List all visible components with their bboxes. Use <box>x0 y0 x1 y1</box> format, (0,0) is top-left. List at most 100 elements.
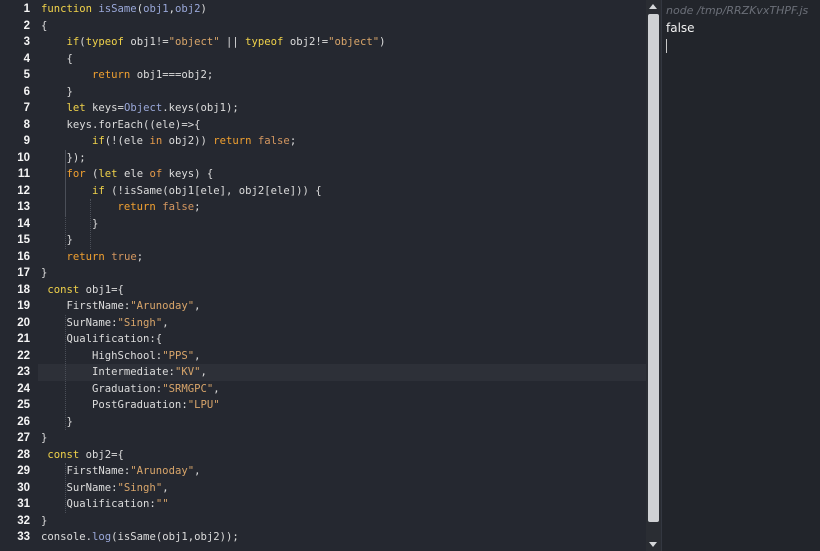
code-token: , <box>194 349 201 362</box>
code-line[interactable]: Graduation:"SRMGPC", <box>41 381 220 398</box>
line-number: 28 <box>17 448 30 461</box>
line-number: 12 <box>17 184 30 197</box>
indent-guide <box>64 149 67 216</box>
code-line[interactable]: } <box>41 414 73 431</box>
code-line[interactable]: if(!(ele in obj2)) return false; <box>41 133 296 150</box>
code-token: SurName: <box>41 481 118 494</box>
code-token: FirstName: <box>41 465 131 477</box>
code-line[interactable]: console.log(isSame(obj1,obj2)); <box>41 529 239 546</box>
code-token: } <box>41 514 48 527</box>
line-number: 32 <box>17 514 30 527</box>
line-number: 5 <box>23 69 30 81</box>
code-token: obj2)) <box>162 135 214 147</box>
code-line[interactable]: const obj1={ <box>41 282 124 299</box>
code-token: if <box>66 36 80 48</box>
code-line[interactable]: return true; <box>41 249 144 266</box>
code-token: , <box>162 316 169 329</box>
code-line[interactable]: } <box>41 265 47 282</box>
line-number: 1 <box>23 3 30 15</box>
code-line[interactable]: for (let ele of keys) { <box>41 166 214 183</box>
code-line[interactable]: return obj1===obj2; <box>41 67 213 84</box>
code-line[interactable]: keys.forEach((ele)=>{ <box>41 117 201 134</box>
code-token: true <box>111 250 137 263</box>
code-token: FirstName: <box>41 300 131 312</box>
code-line[interactable]: let keys=Object.keys(obj1); <box>41 100 239 117</box>
line-number: 4 <box>23 52 30 65</box>
code-line[interactable]: const obj2={ <box>41 447 124 464</box>
code-line[interactable]: SurName:"Singh", <box>41 480 169 497</box>
code-editor[interactable]: 1 2 3 4 5 6 7 8 9 10 11 12 13 14 15 16 17 18 19 20 21 22 23 24 2… <box>0 0 646 551</box>
code-line[interactable]: SurName:"Singh", <box>41 315 169 332</box>
line-number: 11 <box>17 168 30 180</box>
code-line[interactable]: } <box>41 513 47 530</box>
code-token: keys= <box>85 102 124 114</box>
line-number: 14 <box>17 217 30 230</box>
code-line[interactable]: if(typeof obj1!="object" || typeof obj2!… <box>41 34 386 51</box>
code-token: , <box>194 465 201 477</box>
line-number: 21 <box>17 333 30 345</box>
code-token: "Singh" <box>117 316 163 329</box>
line-number: 18 <box>17 283 30 296</box>
code-token: typeof <box>85 36 124 48</box>
code-token: return <box>66 250 105 263</box>
code-line[interactable]: { <box>41 18 47 35</box>
line-number: 15 <box>17 234 30 246</box>
indent-guide <box>90 199 92 249</box>
code-line[interactable]: } <box>41 84 73 101</box>
code-token: obj1 <box>143 3 169 15</box>
code-token: ; <box>289 135 297 147</box>
code-token: "" <box>155 498 169 510</box>
scroll-down-arrow-icon[interactable] <box>649 542 657 547</box>
code-token: ele <box>117 168 150 180</box>
code-token: "PPS" <box>162 349 195 362</box>
code-line[interactable]: }); <box>41 150 86 167</box>
code-token: "object" <box>168 36 220 48</box>
scrollbar-thumb[interactable] <box>648 14 659 522</box>
code-area[interactable]: function isSame(obj1,obj2){ if(typeof ob… <box>38 0 646 551</box>
code-token: , <box>213 382 220 395</box>
code-token: } <box>41 234 73 246</box>
code-token: false <box>257 135 290 147</box>
code-token: return <box>117 201 156 213</box>
code-token: const <box>47 283 80 296</box>
code-token: obj1={ <box>79 283 124 296</box>
code-token: (isSame(obj1,obj2)); <box>111 531 239 543</box>
code-token: Graduation: <box>41 382 163 395</box>
output-console[interactable]: node /tmp/RRZKvxTHPF.js false <box>661 0 820 551</box>
code-line[interactable]: Qualification:{ <box>41 331 163 348</box>
editor-vertical-scrollbar[interactable] <box>646 0 661 551</box>
code-line[interactable]: { <box>41 51 73 68</box>
code-line[interactable]: } <box>41 232 73 249</box>
code-token: for <box>66 168 86 180</box>
line-number: 17 <box>17 267 30 279</box>
code-line[interactable]: Qualification:"" <box>41 496 169 513</box>
code-token: Intermediate: <box>41 366 175 378</box>
code-token: obj2!= <box>283 36 329 48</box>
code-token: "SRMGPC" <box>162 382 214 395</box>
code-token: } <box>41 85 73 98</box>
code-line[interactable]: PostGraduation:"LPU" <box>41 397 220 414</box>
line-number: 10 <box>17 151 30 164</box>
code-line[interactable]: } <box>41 430 47 447</box>
line-number: 25 <box>17 399 30 411</box>
output-command-header: node /tmp/RRZKvxTHPF.js <box>666 4 809 17</box>
code-token: return <box>213 135 252 147</box>
scroll-up-arrow-icon[interactable] <box>649 4 657 9</box>
code-token: "KV" <box>174 366 201 378</box>
indent-guide <box>64 463 67 513</box>
line-number: 9 <box>23 135 30 147</box>
code-line[interactable]: if (!isSame(obj1[ele], obj2[ele])) { <box>41 183 322 200</box>
code-token: obj1!= <box>123 36 169 48</box>
line-number: 3 <box>23 36 30 48</box>
line-number: 20 <box>17 316 30 329</box>
code-line[interactable]: FirstName:"Arunoday", <box>41 298 201 315</box>
code-line[interactable]: function isSame(obj1,obj2) <box>41 1 207 18</box>
code-token: { <box>41 52 73 65</box>
line-number: 6 <box>23 85 30 98</box>
